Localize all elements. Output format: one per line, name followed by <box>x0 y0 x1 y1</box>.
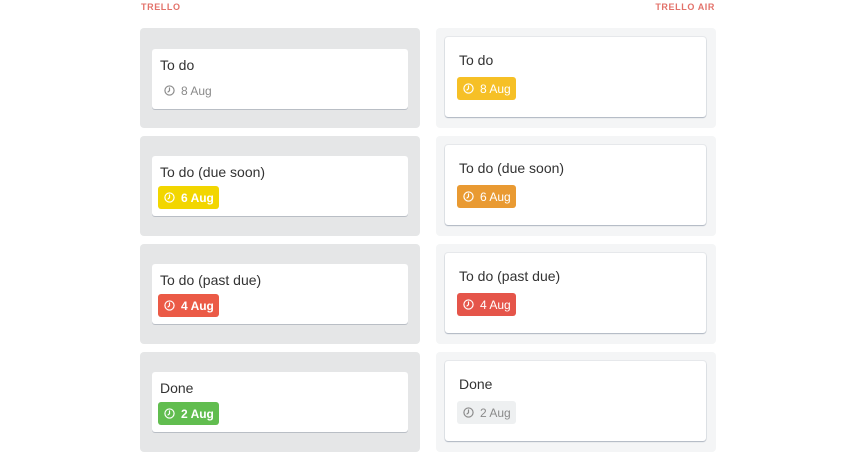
due-date-badge[interactable]: 8 Aug <box>457 77 516 100</box>
list-panel: To do (past due) 4 Aug <box>436 244 716 344</box>
list-panel: To do (due soon) 6 Aug <box>436 136 716 236</box>
card-title: To do (past due) <box>459 268 561 284</box>
card-title: To do (past due) <box>160 272 262 288</box>
list-panel: Done 2 Aug <box>436 352 716 452</box>
card-todo-due-soon[interactable]: To do (due soon) 6 Aug <box>152 156 408 216</box>
card-title: Done <box>160 380 194 396</box>
list-panel: To do 8 Aug <box>436 28 716 128</box>
list-panel: To do 8 Aug <box>140 28 420 128</box>
card-todo-due-soon[interactable]: To do (due soon) 6 Aug <box>445 145 706 225</box>
card-title: To do (due soon) <box>459 160 565 176</box>
column-header-trello: TRELLO <box>141 2 181 12</box>
card-title: To do <box>160 57 195 73</box>
due-date-label: 2 Aug <box>181 406 214 421</box>
due-date-label: 6 Aug <box>181 190 214 205</box>
card-todo[interactable]: To do 8 Aug <box>445 37 706 117</box>
card-done[interactable]: Done 2 Aug <box>152 372 408 432</box>
due-date-label: 2 Aug <box>480 405 511 420</box>
card-title: To do (due soon) <box>160 164 266 180</box>
clock-icon <box>463 191 474 202</box>
card-done[interactable]: Done 2 Aug <box>445 361 706 441</box>
due-date-badge[interactable]: 4 Aug <box>457 293 516 316</box>
due-date-label: 8 Aug <box>480 81 511 96</box>
list-panel: Done 2 Aug <box>140 352 420 452</box>
clock-icon <box>463 83 474 94</box>
clock-icon <box>164 300 175 311</box>
card-todo-past-due[interactable]: To do (past due) 4 Aug <box>152 264 408 324</box>
due-date-label: 6 Aug <box>480 189 511 204</box>
due-date-label: 4 Aug <box>181 298 214 313</box>
due-date-badge[interactable]: 6 Aug <box>158 186 219 209</box>
due-date-label: 4 Aug <box>480 297 511 312</box>
clock-icon <box>164 408 175 419</box>
card-title: Done <box>459 376 493 392</box>
card-todo-past-due[interactable]: To do (past due) 4 Aug <box>445 253 706 333</box>
due-date-badge[interactable]: 2 Aug <box>158 402 219 425</box>
due-date-badge[interactable]: 6 Aug <box>457 185 516 208</box>
due-date-label: 8 Aug <box>181 83 212 98</box>
clock-icon <box>164 85 175 96</box>
clock-icon <box>164 192 175 203</box>
due-date-badge[interactable]: 8 Aug <box>158 79 217 102</box>
clock-icon <box>463 407 474 418</box>
list-panel: To do (past due) 4 Aug <box>140 244 420 344</box>
card-title: To do <box>459 52 494 68</box>
clock-icon <box>463 299 474 310</box>
card-todo[interactable]: To do 8 Aug <box>152 49 408 109</box>
column-header-trello-air: TRELLO AIR <box>655 2 715 12</box>
list-panel: To do (due soon) 6 Aug <box>140 136 420 236</box>
due-date-badge[interactable]: 4 Aug <box>158 294 219 317</box>
due-date-badge[interactable]: 2 Aug <box>457 401 516 424</box>
